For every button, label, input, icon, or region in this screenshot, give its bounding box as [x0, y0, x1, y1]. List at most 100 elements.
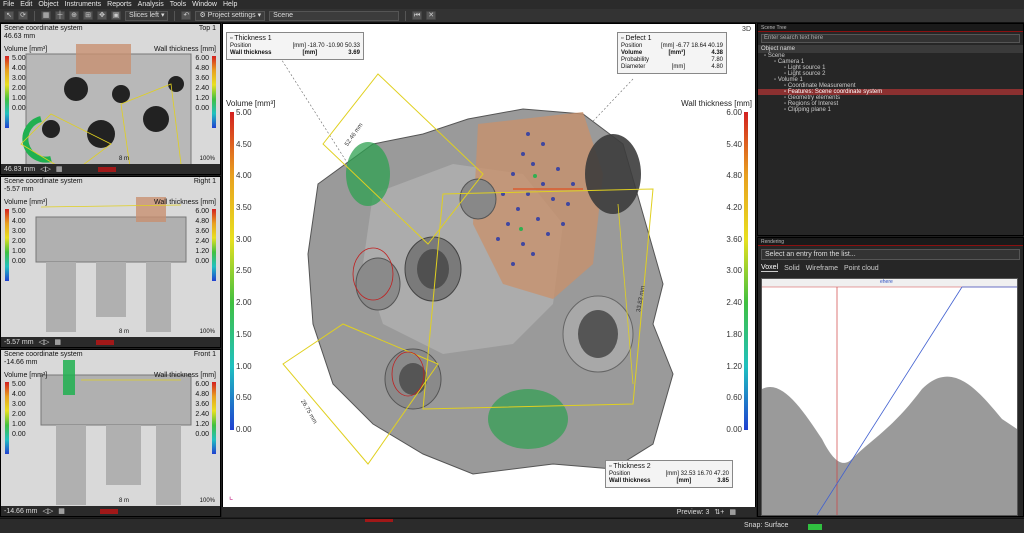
- zoom-percent: 100%: [199, 498, 215, 504]
- wall-thickness-legend-title: Wall thickness [mm]: [154, 199, 216, 206]
- wall-tick: 6.00: [195, 208, 209, 215]
- thickness2-pos-label: Position: [609, 471, 631, 477]
- project-settings-button[interactable]: ⚙ Project settings ▾: [195, 10, 266, 21]
- wall-tick: 0.00: [195, 431, 209, 438]
- snap-mode-label[interactable]: Snap: Surface: [744, 522, 788, 529]
- slice-position-slider[interactable]: [99, 508, 118, 514]
- menu-item-analysis[interactable]: Analysis: [135, 1, 167, 8]
- tab-voxel[interactable]: Voxel: [761, 264, 779, 272]
- slices-layout-combo[interactable]: Slices left ▾: [125, 10, 169, 21]
- menu-item-window[interactable]: Window: [189, 1, 220, 8]
- slices-layout-value: Slices left: [129, 11, 159, 19]
- visibility-checkbox-icon[interactable]: ▫: [784, 107, 786, 113]
- slider-icon[interactable]: ◁▷: [40, 165, 51, 173]
- histogram-view[interactable]: ehere: [761, 278, 1018, 516]
- tree-item[interactable]: ▫ Clipping plane 1: [758, 107, 1023, 113]
- layout-icon[interactable]: ▣: [111, 11, 121, 20]
- scene-combo[interactable]: Scene: [269, 10, 400, 21]
- layers-icon[interactable]: ▦: [56, 165, 63, 173]
- visibility-checkbox-icon[interactable]: ▫: [774, 59, 776, 65]
- wall-tick: 1.80: [726, 329, 742, 339]
- slice-view-front[interactable]: Scene coordinate system -14.66 mm Front …: [0, 349, 221, 517]
- menu-item-tools[interactable]: Tools: [167, 1, 189, 8]
- slice-view-right[interactable]: Scene coordinate system -5.57 mm Right 1…: [0, 176, 221, 348]
- info-icon: ▫: [621, 35, 624, 42]
- menu-item-file[interactable]: File: [0, 1, 17, 8]
- wall-tick: 1.20: [195, 95, 209, 102]
- slice-footer: -14.66 mm ◁▷ ▦: [1, 506, 220, 516]
- visibility-checkbox-icon[interactable]: ▫: [774, 77, 776, 83]
- slider-icon[interactable]: ◁▷: [42, 507, 53, 515]
- visibility-checkbox-icon[interactable]: ▫: [764, 53, 766, 59]
- tab-solid[interactable]: Solid: [784, 265, 800, 272]
- undo-icon[interactable]: ↶: [181, 11, 192, 20]
- thickness1-pos-unit: [mm]: [292, 43, 306, 49]
- slice-view-top[interactable]: Scene coordinate system 46.63 mm Top 1 V…: [0, 23, 221, 175]
- select-tool-icon[interactable]: ↖: [4, 11, 14, 20]
- wall-thickness-scale-ticks: 6.00 5.40 4.80 4.20 3.60 3.00 2.40 1.80 1.20 0.60…: [726, 108, 742, 434]
- layers-icon[interactable]: ▦: [58, 507, 65, 515]
- ruler-tool-icon[interactable]: ┼: [55, 11, 65, 20]
- menu-item-instruments[interactable]: Instruments: [62, 1, 105, 8]
- step-back-icon[interactable]: ⏮: [412, 11, 423, 20]
- slider-icon[interactable]: ◁▷: [39, 338, 50, 346]
- thickness2-wall-value: 3.85: [717, 478, 729, 484]
- slice-position-slider[interactable]: [97, 166, 116, 172]
- pan-tool-icon[interactable]: ✥: [97, 11, 107, 20]
- volume-tick: 0.50: [236, 393, 252, 403]
- defect1-diam-unit: [mm]: [671, 64, 685, 70]
- rotate-tool-icon[interactable]: ⟳: [18, 11, 28, 20]
- grid-tool-icon[interactable]: ▦: [41, 11, 51, 20]
- render-settings-icon[interactable]: ▦: [729, 508, 736, 516]
- slice-coord-system: Scene coordinate system: [4, 178, 83, 185]
- volume-tick: 4.00: [12, 391, 26, 398]
- scale-bar-label: 8 m: [119, 329, 130, 335]
- slice-footer-value: -14.66 mm: [4, 507, 38, 515]
- menu-item-help[interactable]: Help: [220, 1, 240, 8]
- volume-color-scale: [5, 382, 9, 454]
- wall-tick: 6.00: [726, 108, 742, 117]
- gear-icon: ⚙: [199, 11, 206, 19]
- volume-tick: 5.00: [12, 55, 26, 62]
- wall-thickness-color-scale: [744, 112, 748, 430]
- scene-tree-list: ▫ Scene ▫ Camera 1 ▫ Light source 1 ▫ Light…: [758, 53, 1023, 113]
- project-settings-label: Project settings: [207, 11, 256, 19]
- wall-tick: 4.80: [195, 65, 209, 72]
- thickness1-wall-unit: [mm]: [302, 50, 318, 56]
- tab-point-cloud[interactable]: Point cloud: [844, 265, 879, 272]
- menu-item-object[interactable]: Object: [35, 1, 61, 8]
- toolbar-separator: [34, 10, 35, 21]
- volume-tick: 5.00: [12, 208, 26, 215]
- slice-position-slider[interactable]: [95, 339, 114, 345]
- entry-select[interactable]: Select an entry from the list...: [761, 249, 1020, 260]
- measure-tool-icon[interactable]: ⊕: [69, 11, 79, 20]
- wall-tick: 3.60: [726, 234, 742, 244]
- volume-tick: 4.00: [12, 65, 26, 72]
- scale-bar-label: 8 m: [119, 498, 130, 504]
- menu-item-edit[interactable]: Edit: [17, 1, 35, 8]
- defect1-title: Defect 1: [625, 35, 652, 42]
- defect1-info[interactable]: ▫ Defect 1 Position [mm] -6.77 18.64 40.1…: [617, 32, 727, 74]
- object-name-column-header[interactable]: Object name: [758, 45, 1023, 53]
- volume-tick: 1.00: [12, 95, 26, 102]
- scene-tree-title: Scene Tree: [758, 24, 1023, 32]
- layers-icon[interactable]: ▦: [54, 338, 61, 346]
- close-icon[interactable]: ✕: [426, 11, 437, 20]
- wall-tick: 2.40: [195, 238, 209, 245]
- volume-tick: 4.00: [236, 171, 252, 181]
- scene-tree-search-input[interactable]: Enter search text here: [761, 34, 1020, 43]
- wall-thickness-color-scale: [212, 209, 216, 281]
- wall-tick: 1.20: [195, 421, 209, 428]
- wall-tick: 2.40: [726, 298, 742, 308]
- thickness1-info[interactable]: ▫ Thickness 1 Position [mm] -18.70 -10.90…: [226, 32, 364, 60]
- wall-tick: 1.20: [195, 248, 209, 255]
- tab-wireframe[interactable]: Wireframe: [806, 265, 838, 272]
- menu-item-reports[interactable]: Reports: [104, 1, 135, 8]
- preview-stepper[interactable]: ⇅+: [714, 508, 724, 516]
- zoom-tool-icon[interactable]: ⊞: [83, 11, 93, 20]
- status-bar: Snap: Surface: [0, 518, 1024, 533]
- volume-tick: 0.00: [12, 431, 26, 438]
- thickness2-info[interactable]: ▫ Thickness 2 Position [mm] 32.53 16.70 4…: [605, 460, 733, 488]
- main-3d-view[interactable]: Volume [mm³] 5.00 4.50 4.00 3.50 3.00 2.50 2.0…: [222, 23, 756, 517]
- volume-tick: 2.50: [236, 266, 252, 276]
